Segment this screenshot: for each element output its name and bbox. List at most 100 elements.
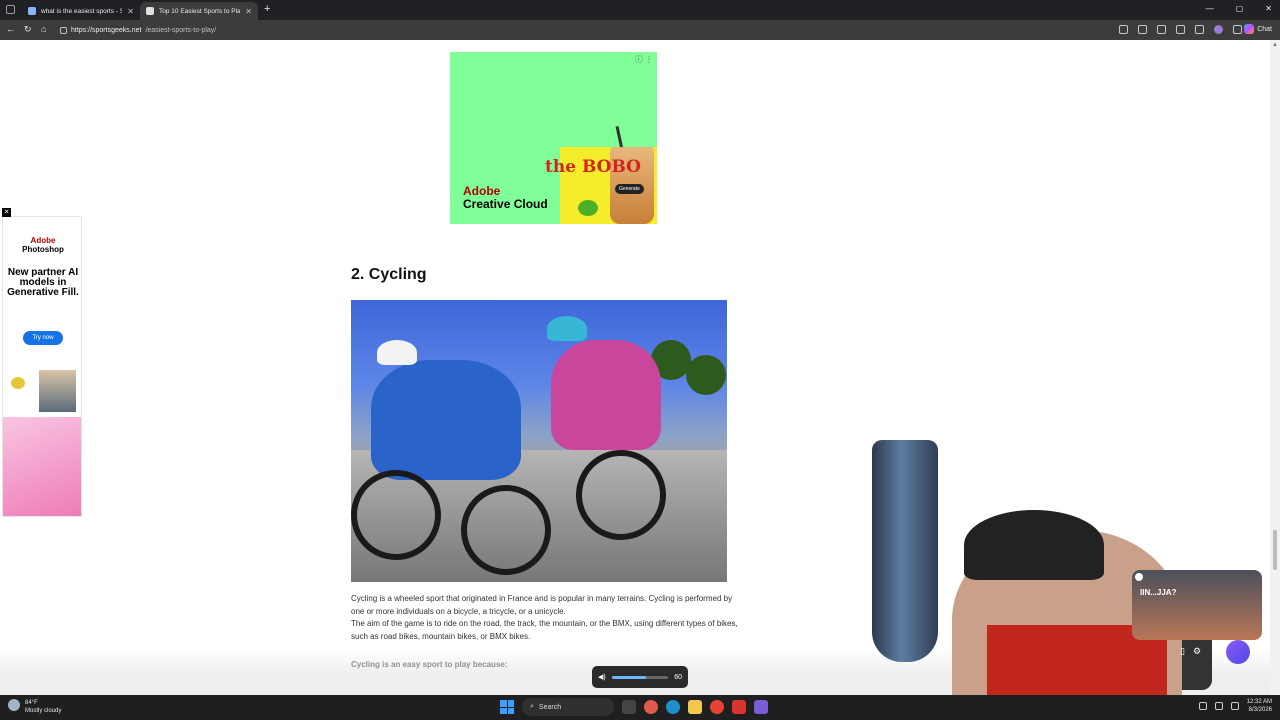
extensions-icon[interactable]	[1157, 25, 1166, 34]
ad-pink-fur-image	[3, 417, 81, 516]
ad-portrait-image	[39, 370, 76, 412]
volume-icon[interactable]	[1230, 702, 1239, 710]
ad-logo-line1: Adobe	[30, 236, 56, 245]
volume-osd: ◀) 60	[592, 666, 688, 688]
more-menu-icon[interactable]	[1233, 25, 1242, 34]
wifi-icon[interactable]	[1214, 702, 1223, 710]
task-view-icon[interactable]	[622, 700, 636, 714]
favorite-star-icon[interactable]	[1138, 25, 1147, 34]
ad-frog-image	[578, 200, 598, 216]
minimize-button[interactable]: —	[1206, 4, 1214, 13]
volume-value: 60	[674, 673, 682, 681]
ad-logo: Adobe Photoshop	[3, 236, 81, 254]
refresh-icon[interactable]: ↻	[24, 24, 32, 35]
tab-title: what is the easiest sports - Search	[41, 7, 123, 15]
new-tab-button[interactable]: +	[264, 3, 270, 15]
maximize-button[interactable]: ▢	[1236, 4, 1244, 13]
url-field[interactable]: https://sportsgeeks.net/easiest-sports-t…	[56, 23, 1106, 37]
close-window-button[interactable]: ✕	[1265, 4, 1272, 13]
photo-rider-blue	[371, 360, 521, 480]
microphone-image	[872, 440, 938, 662]
adobe-creative-cloud-ad[interactable]: ⓘ ⋮ the BOBO Generate Adobe Creative Clo…	[450, 52, 657, 224]
clock-time: 12:32 AM	[1246, 699, 1272, 705]
chat-label: Chat	[1257, 25, 1272, 33]
edge-icon[interactable]	[666, 700, 680, 714]
site-info-icon[interactable]	[60, 26, 67, 34]
tab-close-icon[interactable]: ✕	[127, 7, 134, 16]
paragraph-aim: The aim of the game is to ride on the ro…	[351, 619, 738, 641]
system-tray: 12:32 AM 8/3/2026	[1198, 698, 1272, 714]
search-favicon-icon	[28, 7, 36, 15]
chrome-icon[interactable]	[710, 700, 724, 714]
paragraph-lead: Cycling is an easy sport to play because…	[351, 660, 508, 669]
file-explorer-icon[interactable]	[688, 700, 702, 714]
home-icon[interactable]: ⌂	[41, 24, 46, 34]
app2-icon[interactable]	[754, 700, 768, 714]
reader-icon[interactable]	[1119, 25, 1128, 34]
tab-sportsgeeks[interactable]: Top 10 Easiest Sports to Play & W ✕	[140, 2, 258, 20]
ad-headline: New partner AI models in Generative Fill…	[7, 267, 79, 298]
close-ad-icon[interactable]: ✕	[2, 208, 11, 217]
section-heading: 2. Cycling	[351, 266, 427, 283]
toolbar-icons	[1119, 25, 1242, 34]
photo-rider-pink	[551, 340, 661, 450]
streamer-cap-image	[964, 510, 1104, 580]
photo-wheel	[576, 450, 666, 540]
recorder-icon[interactable]	[732, 700, 746, 714]
app-icon[interactable]	[644, 700, 658, 714]
tab-search[interactable]: what is the easiest sports - Search ✕	[22, 2, 140, 20]
photo-helmet-white	[377, 340, 417, 365]
ad-poster-text: the BOBO	[545, 157, 641, 177]
browser-tab-bar: what is the easiest sports - Search ✕ To…	[0, 0, 1280, 20]
back-arrow-icon[interactable]: ←	[6, 24, 15, 34]
paragraph-intro: Cycling is a wheeled sport that originat…	[351, 594, 733, 616]
address-toolbar: ← ↻ ⌂ https://sportsgeeks.net/easiest-sp…	[0, 20, 1280, 40]
volume-slider[interactable]	[611, 675, 669, 679]
photo-palm	[686, 355, 726, 395]
weather-widget[interactable]: 84°F Mostly cloudy	[8, 699, 61, 715]
webcam-overlay	[872, 440, 1280, 695]
taskbar-search[interactable]: ⌕ Search	[522, 698, 614, 716]
ad-choices-icon[interactable]: ⓘ ⋮	[635, 54, 653, 65]
search-icon: ⌕	[530, 703, 534, 710]
pip-controls: ▯ ⚙	[1180, 646, 1201, 657]
ad-brand-line2: Creative Cloud	[463, 197, 548, 211]
speaker-icon: ◀)	[598, 674, 606, 681]
assistant-fab-button[interactable]	[1226, 640, 1250, 664]
cycling-photo	[351, 300, 727, 582]
clock[interactable]: 12:32 AM 8/3/2026	[1247, 698, 1272, 714]
ad-bird-image	[11, 377, 25, 389]
taskbar-search-label: Search	[538, 703, 562, 711]
profile-avatar[interactable]	[1214, 25, 1223, 34]
copilot-chat-button[interactable]: Chat	[1244, 24, 1272, 34]
url-host: https://sportsgeeks.net	[71, 26, 142, 34]
picture-in-picture-window[interactable]: IIN...JJA?	[1132, 570, 1262, 640]
favorites-icon[interactable]	[1176, 25, 1185, 34]
photo-helmet-teal	[547, 316, 587, 341]
tab-title: Top 10 Easiest Sports to Play & W	[159, 7, 241, 15]
pip-bookmark-icon[interactable]: ▯	[1180, 646, 1185, 657]
photo-wheel	[351, 470, 441, 560]
pip-close-icon[interactable]	[1135, 573, 1143, 581]
collections-icon[interactable]	[1195, 25, 1204, 34]
copilot-icon	[1244, 24, 1255, 34]
mic-icon[interactable]	[1198, 702, 1207, 710]
ad-logo-line2: Photoshop	[22, 245, 64, 254]
tab-actions-icon[interactable]	[6, 5, 15, 14]
ad-generate-chip: Generate	[615, 184, 644, 194]
scroll-up-icon[interactable]: ▲	[1272, 42, 1278, 48]
photo-wheel	[461, 485, 551, 575]
adobe-photoshop-side-ad[interactable]: Adobe Photoshop New partner AI models in…	[2, 216, 82, 517]
site-favicon-icon	[146, 7, 154, 15]
pip-settings-icon[interactable]: ⚙	[1193, 646, 1201, 657]
weather-temp: 84°F	[25, 700, 38, 706]
windows-start-icon[interactable]	[500, 700, 514, 714]
tab-close-icon[interactable]: ✕	[245, 7, 252, 16]
ad-try-now-button[interactable]: Try now	[23, 331, 63, 345]
volume-fill	[611, 675, 646, 679]
taskbar-apps: ⌕ Search	[500, 698, 768, 716]
cloud-icon	[8, 699, 20, 711]
windows-taskbar: 84°F Mostly cloudy ⌕ Search 12:32 AM 8/3…	[0, 695, 1280, 720]
ad-brand-text: Adobe Creative Cloud	[463, 185, 548, 211]
window-controls: — ▢ ✕	[1206, 4, 1272, 13]
